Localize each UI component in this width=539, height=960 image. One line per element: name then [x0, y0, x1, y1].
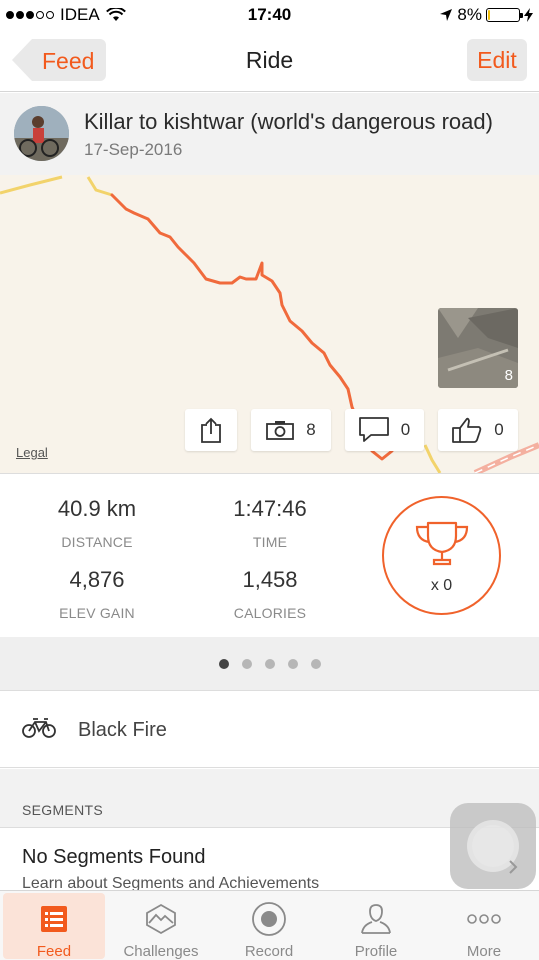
activity-header: Killar to kishtwar (world's dangerous ro… [0, 93, 539, 175]
thumbs-up-icon [452, 417, 482, 443]
tab-record[interactable]: Record [218, 893, 320, 960]
charging-bolt-icon [524, 8, 533, 22]
tab-bar: Feed Challenges Record Profile More [0, 890, 539, 960]
camera-icon [266, 421, 295, 440]
location-arrow-icon [440, 9, 453, 21]
stat-time: 1:47:46 TIME [190, 496, 350, 550]
bike-icon [22, 718, 56, 738]
tab-profile-label: Profile [354, 943, 398, 960]
profile-icon [325, 902, 427, 936]
page-dot[interactable] [310, 659, 321, 669]
page-dot[interactable] [241, 659, 252, 669]
time-value: 1:47:46 [233, 496, 307, 521]
legal-link[interactable]: Legal [16, 445, 48, 460]
activity-title: Killar to kishtwar (world's dangerous ro… [84, 109, 493, 134]
photos-button[interactable]: 8 [251, 409, 331, 451]
gear-row[interactable]: Black Fire [0, 692, 539, 768]
tab-more-label: More [466, 943, 502, 960]
avatar[interactable] [14, 106, 69, 161]
kudos-count: 0 [494, 420, 504, 439]
stat-calories: 1,458 CALORIES [190, 567, 350, 621]
tab-profile[interactable]: Profile [325, 893, 427, 960]
challenges-icon [110, 902, 212, 936]
page-indicator[interactable] [0, 659, 539, 669]
segments-title: SEGMENTS [22, 802, 103, 818]
tab-record-label: Record [244, 943, 294, 960]
kudos-button[interactable]: 0 [438, 409, 518, 451]
more-icon [433, 902, 535, 936]
tab-challenges[interactable]: Challenges [110, 893, 212, 960]
battery-icon [486, 8, 523, 22]
activity-date: 17-Sep-2016 [84, 140, 183, 159]
learn-segments-link[interactable]: Learn about Segments and Achievements [22, 875, 319, 891]
page-dot[interactable] [264, 659, 275, 669]
achievements-count: x 0 [430, 577, 453, 594]
photos-count: 8 [306, 420, 316, 439]
comment-icon [358, 417, 389, 442]
status-bar: IDEA 17:40 8% [0, 0, 539, 30]
comments-count: 0 [400, 420, 411, 439]
tab-challenges-label: Challenges [123, 943, 199, 960]
stat-elev-gain: 4,876 ELEV GAIN [17, 567, 177, 621]
share-icon [201, 417, 221, 443]
no-segments-message: No Segments Found [22, 846, 206, 868]
calories-label: CALORIES [233, 605, 307, 621]
comments-button[interactable]: 0 [345, 409, 424, 451]
record-icon [218, 902, 320, 936]
gear-name: Black Fire [78, 719, 167, 741]
feed-icon [3, 902, 105, 936]
route-photo-thumbnail[interactable]: 8 [438, 308, 518, 388]
page-title: Ride [245, 47, 294, 73]
distance-label: DISTANCE [61, 534, 133, 550]
elev-gain-value: 4,876 [69, 567, 125, 592]
chevron-right-icon [509, 860, 518, 874]
edit-button[interactable]: Edit [467, 39, 527, 81]
nav-bar: Feed Ride Edit [0, 30, 539, 92]
assistive-touch-button[interactable] [450, 803, 536, 889]
page-dot[interactable] [218, 659, 229, 669]
achievements-button[interactable]: x 0 [382, 496, 501, 615]
tab-feed[interactable]: Feed [3, 893, 105, 960]
calories-value: 1,458 [242, 567, 298, 592]
battery-percent: 8% [457, 5, 482, 24]
tab-feed-label: Feed [36, 943, 72, 960]
page-dot[interactable] [287, 659, 298, 669]
tab-more[interactable]: More [433, 893, 535, 960]
photo-count: 8 [504, 367, 513, 384]
route-map[interactable]: 8 Legal 8 0 0 [0, 175, 539, 473]
status-right: 8% [439, 5, 533, 25]
edit-label: Edit [477, 47, 517, 73]
time-label: TIME [252, 534, 288, 550]
trophy-icon [415, 521, 469, 566]
distance-value: 40.9 km [57, 496, 137, 521]
elev-gain-label: ELEV GAIN [59, 605, 135, 621]
share-button[interactable] [185, 409, 237, 451]
stats-pager [0, 637, 539, 691]
activity-stats: 40.9 km DISTANCE 1:47:46 TIME 4,876 ELEV… [0, 473, 539, 637]
stat-distance: 40.9 km DISTANCE [17, 496, 177, 550]
